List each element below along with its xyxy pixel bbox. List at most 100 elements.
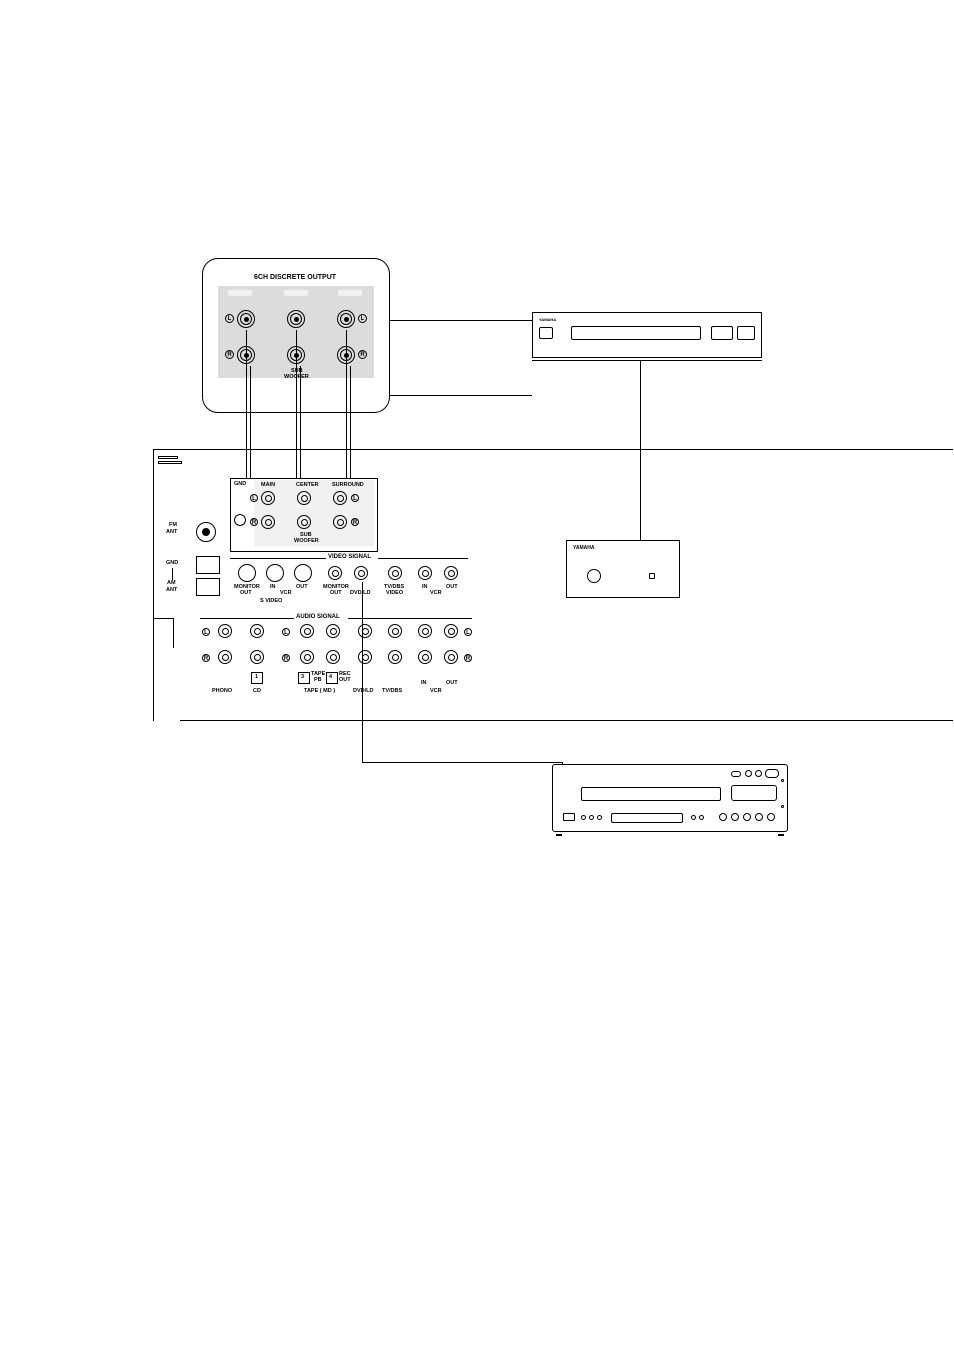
dvd-rca-center (287, 310, 305, 328)
aud-rec-l (326, 624, 340, 638)
ext-rca-main-l (261, 491, 275, 505)
cv-dvdld-l: DVD/LD (350, 590, 370, 596)
dvd-display (571, 326, 701, 340)
aud-l-left: L (202, 628, 210, 636)
vcr-p3 (743, 813, 751, 821)
ext-dec-shade (254, 480, 374, 546)
dvd-brand: YAMAHA (539, 317, 556, 322)
vcrv-down (362, 582, 363, 762)
fm-coax-dot (202, 528, 210, 536)
vcr-b1 (731, 771, 741, 777)
ext-rca-sub (297, 515, 311, 529)
w-main-l (246, 330, 247, 495)
vcr-foot-l (556, 834, 562, 836)
vcr-cassette (581, 787, 721, 801)
ext-main: MAIN (261, 482, 275, 488)
cv-vcr-out (444, 566, 458, 580)
sv-out (294, 564, 312, 582)
video-signal-label: VIDEO SIGNAL (328, 554, 371, 560)
aud-vcr-out-l (444, 624, 458, 638)
vcrv-across (362, 762, 562, 763)
aud-vcr-in-r (418, 650, 432, 664)
ext-gnd: GND (234, 481, 246, 487)
dvd-6ch-title: 6CH DISCRETE OUTPUT (254, 274, 336, 281)
callout-line-top (390, 320, 532, 321)
num-4: 4 (329, 674, 332, 680)
cv-tvdbs (388, 566, 402, 580)
aud-phono-label: PHONO (212, 688, 232, 694)
vcr-b3 (755, 770, 762, 777)
amp-btn (649, 573, 655, 579)
vcr-b4 (765, 769, 779, 778)
strip-2 (284, 290, 308, 296)
vcr-p4 (755, 813, 763, 821)
vent-2 (158, 461, 182, 464)
strip-1 (228, 290, 252, 296)
fm-ant-2: ANT (166, 529, 177, 535)
aud-l-mid: L (282, 628, 290, 636)
dvd-player: YAMAHA (532, 312, 762, 358)
am-term-2 (196, 578, 220, 596)
amp-device: YAMAHA (566, 540, 680, 598)
vcr-device (552, 764, 788, 832)
vcr-eject (563, 813, 575, 821)
aud-r-right: R (464, 654, 472, 662)
sv-in (266, 564, 284, 582)
aud-dvdld-r (358, 650, 372, 664)
rx-step2 (173, 618, 174, 648)
cv-vcr-in (418, 566, 432, 580)
aud-tvdbs-label: TV/DBS (382, 688, 402, 694)
am-term-1 (196, 556, 220, 574)
vcr-c5 (699, 815, 704, 820)
dvd-L-top-right: L (358, 314, 367, 323)
aud-vcr-out: OUT (446, 680, 458, 686)
ext-r-left: R (250, 518, 258, 526)
aud-phono-l (218, 624, 232, 638)
am-gnd: GND (166, 560, 178, 566)
aud-r-left: R (202, 654, 210, 662)
sv-mon-2: OUT (240, 590, 252, 596)
ext-gnd-post (234, 514, 246, 526)
sv-in-l: IN (270, 584, 276, 590)
ext-l-right: L (351, 494, 359, 502)
vcr-led1 (781, 779, 784, 782)
aud-pb-r (300, 650, 314, 664)
cv-video-l: VIDEO (386, 590, 403, 596)
aud-vcr-in: IN (421, 680, 427, 686)
vent-1 (158, 456, 178, 459)
vcr-p1 (719, 813, 727, 821)
cv-monitor (328, 566, 342, 580)
fm-ant-1: FM (169, 522, 177, 528)
vcr-c2 (589, 815, 594, 820)
cv-dvdld (354, 566, 368, 580)
vcr-c1 (581, 815, 586, 820)
am-ant-1: AM (167, 580, 176, 586)
dvd-R-bot-left: R (225, 350, 234, 359)
vcr-c3 (597, 815, 602, 820)
aud-rec-r (326, 650, 340, 664)
rec-2: OUT (339, 677, 351, 683)
dvd-rca-surr-l (337, 310, 355, 328)
dvd-btn-grp-1 (711, 326, 733, 340)
vcr-foot-r (778, 834, 784, 836)
aud-tvdbs-l (388, 624, 402, 638)
ext-surr: SURROUND (332, 482, 364, 488)
aud-cd-r (250, 650, 264, 664)
tape-pb-2: PB (314, 677, 322, 683)
sv-label: S VIDEO (260, 598, 282, 604)
aud-vcr-in-l (418, 624, 432, 638)
aud-cd-l (250, 624, 264, 638)
vcr-p2 (731, 813, 739, 821)
w-center (296, 330, 297, 495)
vcr-c4 (691, 815, 696, 820)
cv-vcr: VCR (430, 590, 442, 596)
asig-line-r (348, 618, 472, 619)
asig-line-l (200, 618, 294, 619)
cv-mon-2: OUT (330, 590, 342, 596)
ext-rca-main-r (261, 515, 275, 529)
callout-line-bot (390, 395, 532, 396)
aud-vcr: VCR (430, 688, 442, 694)
sv-monitor (238, 564, 256, 582)
w-surr-l (346, 330, 347, 495)
am-ant-2: ANT (166, 587, 177, 593)
